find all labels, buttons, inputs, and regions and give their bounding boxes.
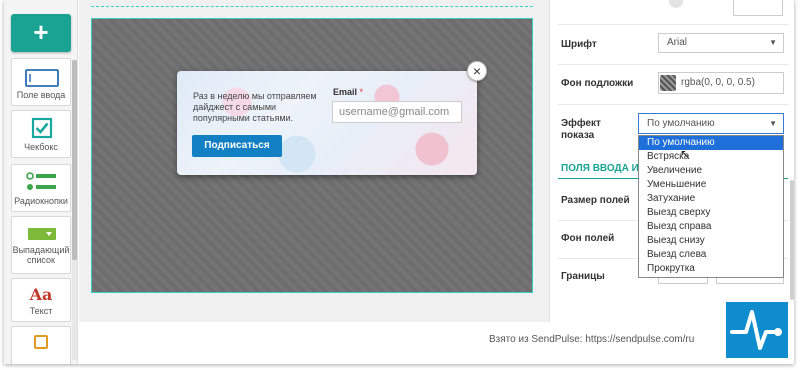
chevron-down-icon: ▼ (769, 119, 777, 128)
font-label: Шрифт (561, 39, 597, 50)
editor-window: + Поле ввода Чекбокс Радиокнопки Выпадаю… (4, 0, 794, 364)
settings-panel: Шрифт Arial ▼ Фон подложки rgba(0, 0, 0,… (549, 0, 794, 322)
font-select[interactable]: Arial ▼ (658, 33, 784, 53)
effect-option[interactable]: Уменьшение (639, 178, 783, 192)
canvas-guide-line (91, 6, 533, 7)
radio-buttons-icon (26, 172, 56, 190)
sidebar-scrollbar[interactable] (72, 60, 77, 260)
email-label-text: Email (333, 87, 358, 97)
toggle-switch[interactable] (669, 0, 683, 8)
overlay-color-field[interactable]: rgba(0, 0, 0, 0.5) (658, 72, 784, 94)
effect-option[interactable]: Прокрутка (639, 262, 783, 276)
tool-radio-buttons[interactable]: Радиокнопки (11, 164, 71, 212)
canvas-area: Раз в неделю мы отправляем дайджест с са… (79, 0, 549, 322)
font-select-value: Arial (667, 37, 688, 48)
effect-option[interactable]: Встряска (639, 150, 783, 164)
text-icon: Aa (29, 285, 53, 304)
tool-label: Чекбокс (24, 142, 58, 152)
partial-tool-icon (34, 335, 48, 349)
tool-label: Выпадающий список (12, 245, 70, 265)
effect-option[interactable]: Выезд справа (639, 220, 783, 234)
effect-option[interactable]: Увеличение (639, 164, 783, 178)
effect-option[interactable]: Затухание (639, 192, 783, 206)
form-canvas[interactable]: Раз в неделю мы отправляем дайджест с са… (91, 18, 533, 293)
tool-label: Поле ввода (16, 90, 66, 100)
divider (558, 24, 788, 25)
source-credit: Взято из SendPulse: https://sendpulse.co… (489, 334, 695, 345)
section-title: ПОЛЯ ВВОДА И Н (561, 163, 649, 174)
tool-partial[interactable] (11, 326, 71, 364)
add-button[interactable]: + (11, 14, 71, 52)
tool-input-field[interactable]: Поле ввода (11, 58, 71, 106)
subscribe-button[interactable]: Подписаться (192, 135, 282, 157)
effect-label: Эффект показа (561, 118, 601, 141)
panel-scrollbar[interactable] (790, 180, 794, 300)
email-field[interactable]: username@gmail.com (332, 101, 462, 123)
effect-option[interactable]: Выезд снизу (639, 234, 783, 248)
field-size-label: Размер полей (561, 195, 630, 206)
tool-dropdown-list[interactable]: Выпадающий список (11, 216, 71, 274)
tool-checkbox[interactable]: Чекбокс (11, 110, 71, 158)
effect-option[interactable]: Выезд слева (639, 248, 783, 262)
tool-label: Текст (29, 306, 53, 316)
popup-description: Раз в неделю мы отправляем дайджест с са… (193, 91, 317, 123)
checkbox-icon (31, 117, 53, 139)
mouse-cursor-icon: ↖ (680, 147, 691, 161)
color-swatch[interactable] (660, 75, 676, 91)
sendpulse-logo (726, 302, 788, 358)
borders-label: Границы (561, 271, 605, 282)
effect-option[interactable]: Выезд сверху (639, 206, 783, 220)
tool-label: Радиокнопки (14, 196, 68, 206)
overlay-bg-label: Фон подложки (561, 78, 634, 89)
tools-sidebar: + Поле ввода Чекбокс Радиокнопки Выпадаю… (4, 0, 78, 364)
close-icon[interactable]: × (467, 61, 487, 81)
subscription-popup[interactable]: Раз в неделю мы отправляем дайджест с са… (177, 61, 487, 175)
effect-select[interactable]: По умолчанию ▼ (638, 113, 784, 134)
input-field-icon (25, 69, 59, 87)
divider (558, 64, 788, 65)
required-mark: * (359, 87, 364, 97)
tool-text[interactable]: Aa Текст (11, 278, 71, 322)
dropdown-list-icon (28, 228, 56, 240)
effect-select-value: По умолчанию (647, 118, 715, 129)
pulse-logo-icon (730, 310, 782, 350)
effect-dropdown-list: По умолчанию Встряска Увеличение Уменьшение… (638, 135, 784, 278)
effect-option[interactable]: По умолчанию (639, 136, 783, 150)
top-value-field[interactable] (733, 0, 783, 16)
email-label: Email * (333, 87, 363, 97)
field-bg-label: Фон полей (561, 233, 615, 244)
chevron-down-icon: ▼ (769, 38, 777, 47)
divider (558, 104, 788, 105)
